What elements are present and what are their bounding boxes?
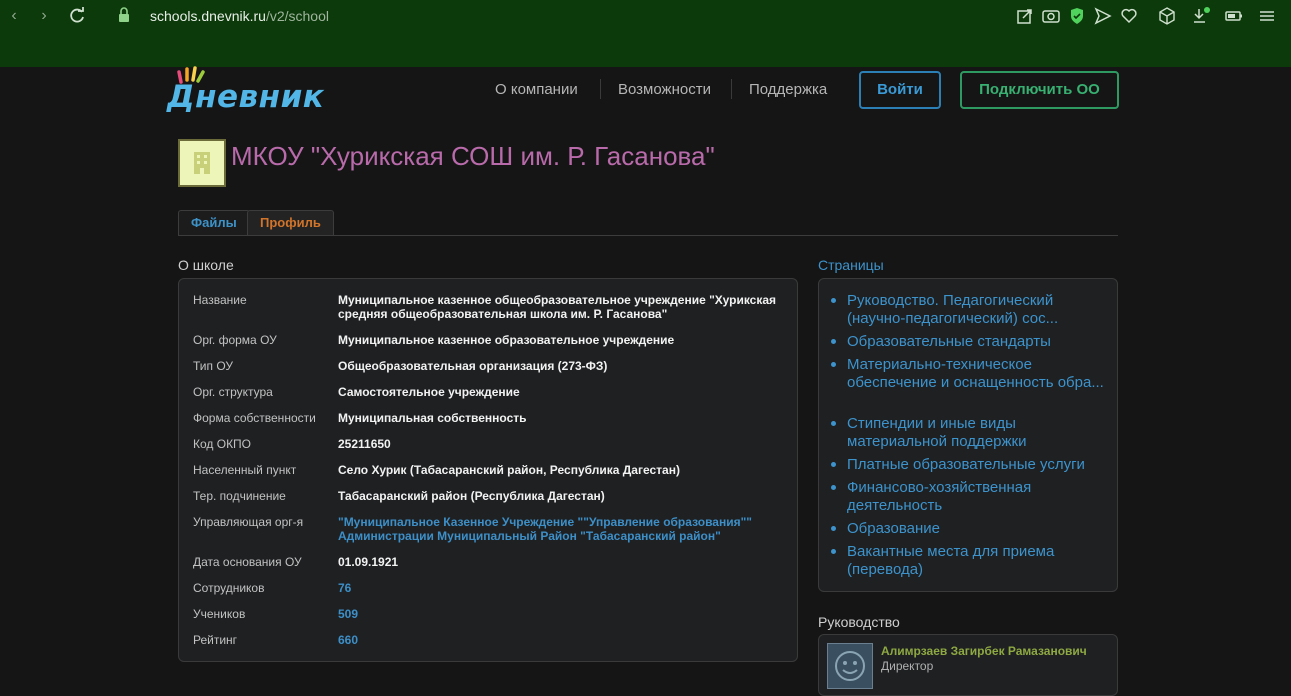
list-bullet xyxy=(831,362,836,367)
row-label-okpo: Код ОКПО xyxy=(193,437,252,451)
nav-about[interactable]: О компании xyxy=(495,80,578,100)
school-building-icon xyxy=(178,139,226,187)
back-icon[interactable]: ‹ xyxy=(4,6,24,26)
row-label-territory: Тер. подчинение xyxy=(193,489,286,503)
browser-toolbar: ‹ › schools.dnevnik.ru/v2/school xyxy=(0,0,1291,67)
director-role: Директор xyxy=(881,659,934,673)
address-bar[interactable]: schools.dnevnik.ru/v2/school xyxy=(150,7,329,25)
heart-icon[interactable] xyxy=(1119,6,1139,26)
row-value-type: Общеобразовательная организация (273-ФЗ) xyxy=(338,359,608,373)
page-link-leadership[interactable]: Руководство. Педагогический (научно-педа… xyxy=(847,292,1107,328)
share-icon[interactable] xyxy=(1015,6,1035,26)
row-label-type: Тип ОУ xyxy=(193,359,234,373)
row-value-name: Муниципальное казенное общеобразовательн… xyxy=(338,293,777,321)
reload-icon[interactable] xyxy=(67,6,87,26)
tab-profile[interactable]: Профиль xyxy=(247,210,334,235)
avatar[interactable] xyxy=(827,643,873,689)
connect-school-button[interactable]: Подключить ОО xyxy=(960,71,1119,109)
url-host: schools.dnevnik.ru xyxy=(150,8,266,24)
send-icon[interactable] xyxy=(1093,6,1113,26)
row-label-ownership: Форма собственности xyxy=(193,411,316,425)
page-link-education[interactable]: Образование xyxy=(847,520,1107,538)
download-icon[interactable] xyxy=(1191,6,1211,26)
list-bullet xyxy=(831,549,836,554)
smiley-icon xyxy=(835,651,865,681)
list-bullet xyxy=(831,526,836,531)
students-count-link[interactable]: 509 xyxy=(338,607,788,621)
list-bullet xyxy=(831,462,836,467)
row-label-students: Учеников xyxy=(193,607,246,621)
managing-org-link[interactable]: "Муниципальное Казенное Учреждение ""Упр… xyxy=(338,515,788,543)
forward-icon[interactable]: › xyxy=(34,6,54,26)
page-link-scholarships[interactable]: Стипендии и иные виды материальной подде… xyxy=(847,415,1107,451)
pages-heading[interactable]: Страницы xyxy=(818,257,884,273)
row-label-structure: Орг. структура xyxy=(193,385,273,399)
row-label-staff: Сотрудников xyxy=(193,581,265,595)
page-title: МКОУ "Хурикская СОШ им. Р. Гасанова" xyxy=(231,141,715,171)
list-bullet xyxy=(831,421,836,426)
nav-divider xyxy=(731,79,732,99)
row-label-managing-org: Управляющая орг-я xyxy=(193,515,304,529)
page-link-finance[interactable]: Финансово-хозяйственная деятельность xyxy=(847,479,1107,515)
tab-files[interactable]: Файлы xyxy=(178,210,250,235)
lock-icon[interactable] xyxy=(117,6,131,26)
row-label-org-form: Орг. форма ОУ xyxy=(193,333,277,347)
row-value-ownership: Муниципальная собственность xyxy=(338,411,527,425)
about-heading: О школе xyxy=(178,257,234,273)
director-name-link[interactable]: Алимрзаев Загирбек Рамазанович xyxy=(881,644,1087,658)
cube-icon[interactable] xyxy=(1157,6,1177,26)
tabs-divider xyxy=(178,235,1118,236)
row-value-founded: 01.09.1921 xyxy=(338,555,399,569)
page-link-paid-services[interactable]: Платные образовательные услуги xyxy=(847,456,1107,474)
leadership-heading: Руководство xyxy=(818,614,900,630)
row-label-locality: Населенный пункт xyxy=(193,463,297,477)
row-value-territory: Табасаранский район (Республика Дагестан… xyxy=(338,489,605,503)
row-value-locality: Село Хурик (Табасаранский район, Республ… xyxy=(338,463,680,477)
rating-link[interactable]: 660 xyxy=(338,633,788,647)
battery-icon[interactable] xyxy=(1224,6,1244,26)
row-label-name: Название xyxy=(193,293,247,307)
dnevnik-logo[interactable]: Дневник xyxy=(167,66,324,115)
logo-text: Дневник xyxy=(167,79,325,115)
staff-count-link[interactable]: 76 xyxy=(338,581,788,595)
page-link-vacancies[interactable]: Вакантные места для приема (перевода) xyxy=(847,543,1107,579)
shield-icon[interactable] xyxy=(1067,6,1087,26)
list-bullet xyxy=(831,339,836,344)
camera-icon[interactable] xyxy=(1041,6,1061,26)
url-path: /v2/school xyxy=(265,8,329,24)
row-value-structure: Самостоятельное учреждение xyxy=(338,385,520,399)
row-label-founded: Дата основания ОУ xyxy=(193,555,302,569)
list-bullet xyxy=(831,298,836,303)
nav-divider xyxy=(600,79,601,99)
row-value-okpo: 25211650 xyxy=(338,437,391,451)
login-button[interactable]: Войти xyxy=(859,71,941,109)
nav-support[interactable]: Поддержка xyxy=(749,80,827,100)
row-value-org-form: Муниципальное казенное образовательное у… xyxy=(338,333,675,347)
page-link-standards[interactable]: Образовательные стандарты xyxy=(847,333,1107,351)
menu-icon[interactable] xyxy=(1257,6,1277,26)
row-label-rating: Рейтинг xyxy=(193,633,238,647)
page-link-equipment[interactable]: Материально-техническое обеспечение и ос… xyxy=(847,356,1107,392)
nav-features[interactable]: Возможности xyxy=(618,80,711,100)
list-bullet xyxy=(831,485,836,490)
